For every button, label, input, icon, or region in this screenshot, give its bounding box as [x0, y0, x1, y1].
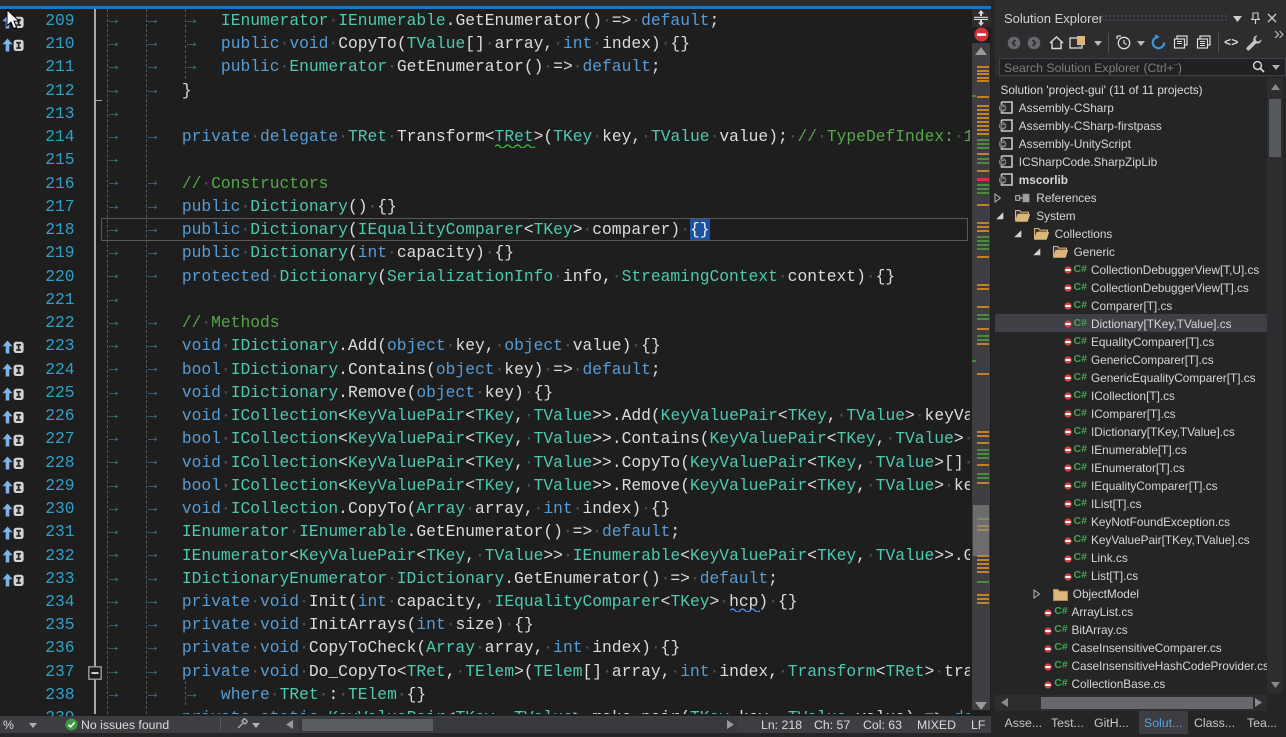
svg-text:C: C	[1001, 106, 1006, 113]
svg-text:C: C	[1001, 124, 1006, 131]
svg-text:C: C	[1001, 178, 1006, 185]
svg-text:C: C	[1001, 142, 1006, 149]
svg-text:C: C	[1001, 160, 1006, 167]
